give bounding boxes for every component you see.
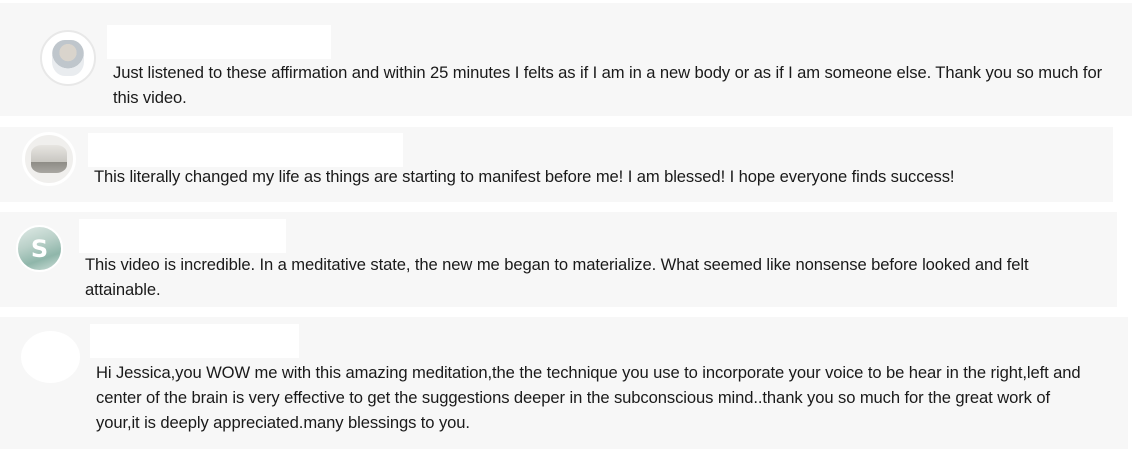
redacted-username	[88, 133, 403, 167]
redacted-username	[90, 324, 299, 358]
avatar-letter: S	[30, 234, 49, 263]
user-avatar[interactable]: S	[16, 225, 63, 272]
user-avatar[interactable]	[21, 331, 80, 383]
user-photo-icon	[31, 145, 67, 173]
comment-card: S This video is incredible. In a meditat…	[0, 212, 1117, 307]
redacted-username	[107, 25, 331, 59]
redacted-username	[79, 219, 286, 253]
comment-text: This video is incredible. In a meditativ…	[85, 255, 1029, 299]
comment-card: This literally changed my life as things…	[0, 127, 1113, 202]
comment-text: Just listened to these affirmation and w…	[113, 63, 1102, 107]
user-photo-icon	[52, 40, 84, 76]
user-avatar[interactable]	[22, 132, 76, 186]
comment-text: This literally changed my life as things…	[94, 167, 955, 186]
user-avatar[interactable]	[40, 30, 96, 86]
comment-text: Hi Jessica,you WOW me with this amazing …	[96, 363, 1081, 432]
comment-card: Hi Jessica,you WOW me with this amazing …	[0, 317, 1128, 449]
comment-card: Just listened to these affirmation and w…	[0, 3, 1132, 116]
